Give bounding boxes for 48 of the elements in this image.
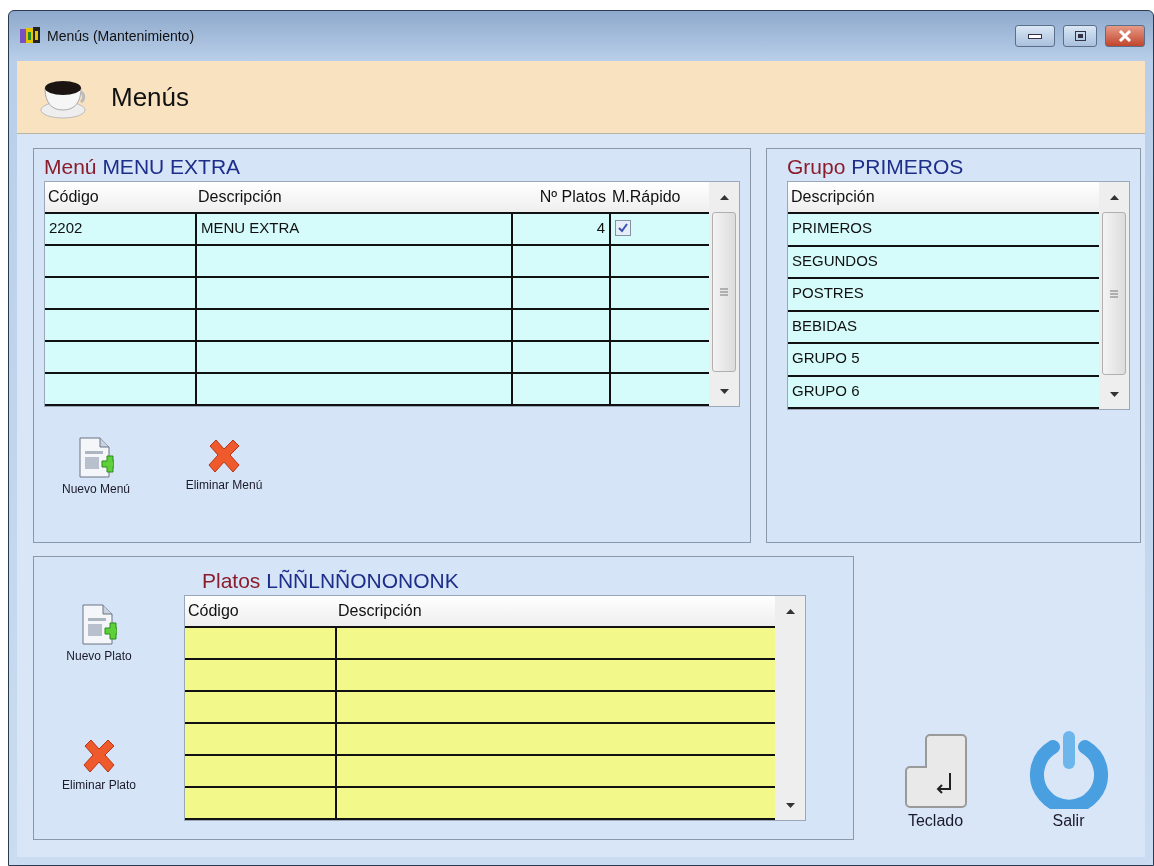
list-item[interactable]: PRIMEROS	[788, 214, 1099, 247]
minimize-icon	[1028, 33, 1042, 39]
down-arrow-icon	[719, 388, 729, 394]
list-item[interactable]: GRUPO 6	[788, 376, 1099, 409]
grip-icon	[1110, 289, 1118, 298]
column-header[interactable]: Descripción	[195, 182, 511, 214]
app-icon	[19, 26, 41, 46]
list-item[interactable]: POSTRES	[788, 279, 1099, 312]
action-button[interactable]: Teclado	[885, 733, 986, 830]
table-cell: MENU EXTRA	[195, 214, 511, 246]
up-arrow-icon	[1109, 194, 1119, 200]
column-header[interactable]: Descripción	[788, 182, 1099, 214]
panel-title: Grupo PRIMEROS	[787, 155, 965, 179]
toolbar-button[interactable]: Nuevo Plato	[34, 604, 164, 663]
column-header[interactable]: M.Rápido	[609, 182, 709, 214]
toolbar-button[interactable]: Eliminar Menú	[168, 437, 280, 496]
toolbar-button[interactable]: Eliminar Plato	[34, 737, 164, 792]
panel-title: Platos LÑÑLNÑONONONK	[201, 569, 460, 593]
close-button[interactable]	[1105, 25, 1145, 47]
up-arrow-icon	[719, 194, 729, 200]
enter-key-icon	[903, 733, 968, 809]
table-cell: 2202	[45, 214, 195, 246]
scroll-thumb[interactable]	[1102, 212, 1126, 375]
column-header[interactable]: Código	[185, 596, 335, 628]
maximize-icon	[1074, 31, 1086, 41]
new-document-icon	[78, 437, 114, 479]
down-arrow-icon	[1109, 391, 1119, 397]
window-title: Menús (Mantenimiento)	[47, 28, 196, 44]
column-header[interactable]: Código	[45, 182, 195, 214]
checkbox[interactable]	[615, 220, 631, 236]
table-cell: 4	[511, 214, 609, 246]
minimize-button[interactable]	[1015, 25, 1055, 47]
new-document-icon	[81, 604, 117, 646]
close-icon	[1118, 30, 1132, 42]
panel-title: Menú MENU EXTRA	[44, 155, 242, 179]
header-title: Menús	[111, 81, 190, 113]
action-button[interactable]: Salir	[1018, 729, 1119, 830]
scroll-thumb[interactable]	[712, 212, 736, 372]
grip-icon	[720, 288, 728, 296]
toolbar-button[interactable]: Nuevo Menú	[48, 437, 144, 496]
list-item[interactable]: GRUPO 5	[788, 344, 1099, 377]
maximize-button[interactable]	[1063, 25, 1097, 47]
column-header[interactable]: Descripción	[335, 596, 775, 628]
column-header[interactable]: Nº Platos	[511, 182, 609, 214]
list-item[interactable]: BEBIDAS	[788, 311, 1099, 344]
down-arrow-icon	[785, 802, 795, 808]
up-arrow-icon	[785, 608, 795, 614]
list-item[interactable]: SEGUNDOS	[788, 246, 1099, 279]
